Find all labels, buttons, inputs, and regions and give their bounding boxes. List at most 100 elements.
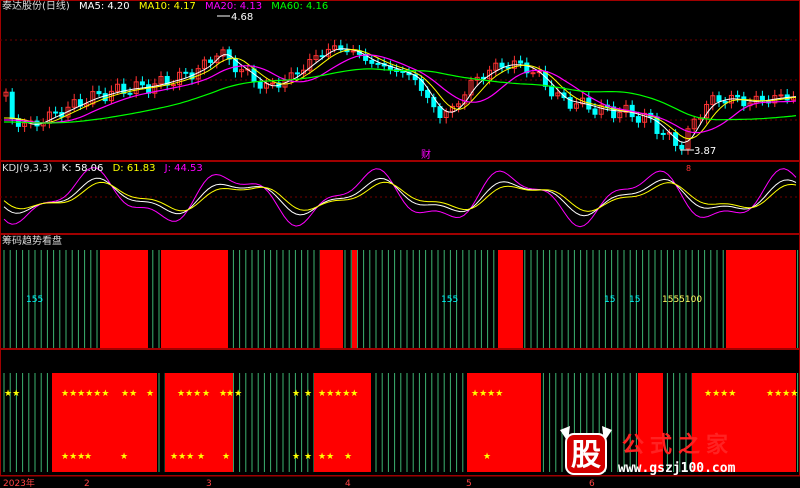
candlestick-series [3,39,796,155]
candle-body [350,50,356,53]
moving-average-lines [4,48,797,144]
trend-red-block [498,250,523,348]
trend-title[interactable]: 筹码趋势看盘 [2,236,62,247]
star-label: ★ [292,389,300,399]
candle-body [437,106,443,119]
candle-body [549,85,555,97]
star-label: ★★★★★ [318,389,358,399]
watermark-url: www.gszj100.com [618,461,736,476]
star-label: ★★★ [177,389,201,399]
candle-body [170,84,176,87]
candle-body [375,62,381,65]
star-label: ★★★ [170,452,194,462]
ma60-label: MA60: 4.16 [271,1,329,12]
star-label: ★ [292,452,300,462]
low-annotation: 3.87 [680,146,716,157]
star-label: ★★ [4,389,20,399]
candle-body [716,95,722,102]
watermark-logo: 股 公式之家 www.gszj100.com [556,422,788,482]
trend-panel-header: 筹码趋势看盘 [2,236,68,248]
high-annotation: 4.68 [217,12,253,23]
star-label: ★★ [318,452,334,462]
candle-body [102,93,108,102]
ma20-line [4,54,797,134]
star-label: ★ [304,389,312,399]
trend-number: 155 [441,295,458,305]
candle-body [735,94,741,98]
star-row-bottom: ★★★ ★ ★ ★★★ ★ ★ ★ ★ ★★ ★ ★ [61,452,491,462]
candle-body [499,62,505,68]
trend-number: 1555100 [662,295,702,305]
candle-body [183,71,189,74]
candle-body [127,92,133,95]
star-label: ★★★★ [704,389,736,399]
candle-body [679,144,685,150]
star-label: ★★★ [61,452,85,462]
small-mark: 8 [686,164,691,173]
candle-body [53,111,59,114]
candle-body [146,84,152,94]
star-label: ★ [483,452,491,462]
star-label: ★ [222,452,230,462]
x-axis-label: 2023年 [3,477,35,488]
candle-body [530,72,536,75]
trend-red-block [726,250,796,348]
watermark-text: 公式之家 [622,432,734,458]
kdj-d-label: D: 61.83 [112,163,156,174]
low-label: 3.87 [694,146,716,157]
trend-red-block [320,250,343,348]
star-label: ★ [120,452,128,462]
price-panel-header: 泰达股份(日线) MA5: 4.20 MA10: 4.17 MA20: 4.13… [2,1,334,13]
event-mark[interactable]: 财 [421,148,431,161]
star-label: ★★ [121,389,137,399]
candle-body [294,72,300,75]
candle-body [208,59,214,63]
ma20-label: MA20: 4.13 [205,1,263,12]
candle-body [400,70,406,73]
stock-title[interactable]: 泰达股份(日线) [2,1,70,12]
candle-body [778,94,784,97]
star-label: ★ [304,452,312,462]
trend-red-block [100,250,148,348]
candle-body [96,91,102,95]
kdj-panel-header: KDJ(9,3,3) K: 58.06 D: 61.83 J: 44.53 [2,163,209,175]
star-label: ★ [197,452,205,462]
candle-body [660,132,666,135]
candle-body [425,89,431,98]
x-axis-label: 2 [84,479,90,488]
trend-red-block [161,250,228,348]
star-label: ★★ [226,389,242,399]
trend-number: 155 [26,295,43,305]
logo-glyph: 股 [571,438,601,473]
star-label: ★★★★ [766,389,798,399]
trend-number: 15 [604,295,615,305]
x-axis-label: 3 [206,479,212,488]
kdj-k-label: K: 58.06 [61,163,104,174]
ma10-label: MA10: 4.17 [138,1,196,12]
star-label: ★ [84,452,92,462]
star-label: ★★★★ [471,389,503,399]
kdj-j-label: J: 44.53 [164,163,203,174]
kdj-title[interactable]: KDJ(9,3,3) [2,163,52,174]
trend-number: 15 [629,295,640,305]
candle-body [139,81,145,86]
star-label: ★ [202,389,210,399]
high-label: 4.68 [231,12,253,23]
stock-chart[interactable]: 4.68 3.87 财 8 2023年 2 3 4 5 6 ★★ ★★★★★★ … [0,0,800,488]
candle-body [741,96,747,107]
candle-body [635,116,641,123]
candle-body [369,59,375,64]
x-axis-label: 4 [345,479,351,488]
trend-red-block [352,250,357,348]
candle-body [257,81,263,89]
x-axis-label: 5 [466,479,472,488]
candle-body [270,82,276,85]
star-red-block [467,373,541,472]
star-label: ★ [344,452,352,462]
star-label: ★ [146,389,154,399]
watermark-graphic: 股 公式之家 www.gszj100.com [560,426,736,476]
star-label: ★★★★★★ [61,389,109,399]
candle-body [9,91,15,120]
candle-body [518,60,524,64]
ma5-label: MA5: 4.20 [79,1,130,12]
